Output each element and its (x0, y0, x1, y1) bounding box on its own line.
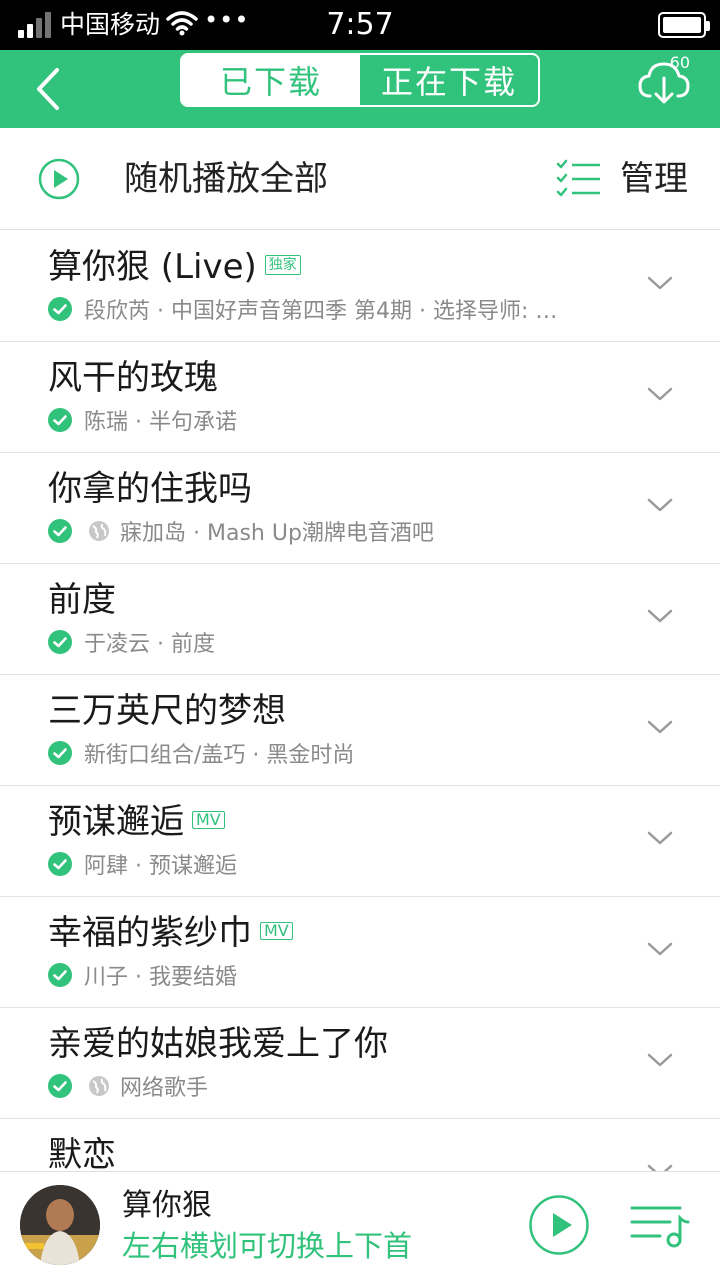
song-row[interactable]: 三万英尺的梦想 新街口组合/盖巧 · 黑金时尚 (0, 675, 720, 786)
manage-list-icon[interactable] (556, 158, 602, 200)
play-button[interactable] (528, 1194, 590, 1256)
downloaded-check-icon (48, 1074, 72, 1098)
chevron-down-icon[interactable] (646, 273, 674, 293)
globe-icon (89, 1076, 109, 1096)
clock: 7:57 (326, 7, 394, 42)
status-bar: 中国移动 ••• 7:57 (0, 0, 720, 50)
chevron-down-icon[interactable] (646, 384, 674, 404)
song-subtitle: 新街口组合/盖巧 · 黑金时尚 (84, 743, 355, 768)
song-subtitle-row: 寐加岛 · Mash Up潮牌电音酒吧 (48, 515, 434, 547)
song-title: 幸福的紫纱巾 MV (48, 911, 293, 955)
song-subtitle: 阿肆 · 预谋邂逅 (84, 854, 237, 879)
back-arrow-icon (37, 68, 59, 110)
song-title: 你拿的住我吗 (48, 469, 252, 509)
song-subtitle: 寐加岛 · Mash Up潮牌电音酒吧 (120, 521, 434, 546)
mv-badge[interactable]: MV (192, 810, 225, 829)
song-row[interactable]: 亲爱的姑娘我爱上了你 网络歌手 (0, 1008, 720, 1119)
chevron-down-icon[interactable] (646, 717, 674, 737)
song-subtitle: 网络歌手 (120, 1076, 209, 1101)
song-subtitle-row: 川子 · 我要结婚 (48, 959, 237, 991)
downloaded-check-icon (48, 741, 72, 765)
song-subtitle-row: 阿肆 · 预谋邂逅 (48, 848, 237, 880)
downloaded-check-icon (48, 630, 72, 654)
battery-icon (658, 12, 710, 38)
song-row[interactable]: 风干的玫瑰 陈瑞 · 半句承诺 (0, 342, 720, 453)
downloaded-check-icon (48, 852, 72, 876)
song-title: 前度 (48, 580, 116, 620)
downloaded-check-icon (48, 519, 72, 543)
song-title: 亲爱的姑娘我爱上了你 (48, 1024, 388, 1064)
chevron-down-icon[interactable] (646, 1050, 674, 1070)
song-title: 算你狠 (Live) 独家 (48, 245, 301, 289)
song-title: 预谋邂逅 MV (48, 800, 225, 844)
downloaded-check-icon (48, 297, 72, 321)
song-title: 风干的玫瑰 (48, 358, 218, 398)
swipe-hint: 左右横划可切换上下首 (122, 1229, 413, 1263)
tab-downloading[interactable]: 正在下载 (360, 55, 538, 105)
mv-badge[interactable]: MV (260, 921, 293, 940)
album-art[interactable] (20, 1185, 100, 1265)
back-button[interactable] (26, 60, 70, 118)
song-subtitle: 川子 · 我要结婚 (84, 965, 237, 990)
song-title: 三万英尺的梦想 (48, 691, 286, 731)
shuffle-all-button[interactable]: 随机播放全部 (124, 158, 328, 200)
song-subtitle-row: 网络歌手 (48, 1070, 208, 1102)
chevron-down-icon[interactable] (646, 1161, 674, 1171)
song-list: 算你狠 (Live) 独家 段欣芮 · 中国好声音第四季 第4期 · 选择导师: … (0, 231, 720, 1171)
chevron-down-icon[interactable] (646, 495, 674, 515)
song-row[interactable]: 默恋 (0, 1119, 720, 1171)
album-cover-image (20, 1185, 100, 1265)
globe-icon (89, 521, 109, 541)
song-subtitle-row: 段欣芮 · 中国好声音第四季 第4期 · 选择导师: … (48, 293, 557, 325)
chevron-down-icon[interactable] (646, 828, 674, 848)
chevron-down-icon[interactable] (646, 939, 674, 959)
song-title: 默恋 (48, 1135, 116, 1171)
song-row[interactable]: 你拿的住我吗 寐加岛 · Mash Up潮牌电音酒吧 (0, 453, 720, 564)
song-subtitle-row: 新街口组合/盖巧 · 黑金时尚 (48, 737, 354, 769)
song-row[interactable]: 预谋邂逅 MV 阿肆 · 预谋邂逅 (0, 786, 720, 897)
exclusive-badge: 独家 (264, 254, 301, 275)
downloaded-check-icon (48, 963, 72, 987)
manage-button[interactable]: 管理 (620, 158, 688, 200)
song-row[interactable]: 前度 于凌云 · 前度 (0, 564, 720, 675)
now-playing-title: 算你狠 (122, 1188, 212, 1223)
download-tabs: 已下载 正在下载 (180, 53, 540, 107)
download-count-badge: 60 (669, 53, 690, 72)
song-subtitle-row: 陈瑞 · 半句承诺 (48, 404, 237, 436)
song-row[interactable]: 幸福的紫纱巾 MV 川子 · 我要结婚 (0, 897, 720, 1008)
downloaded-check-icon (48, 408, 72, 432)
shuffle-bar: 随机播放全部 管理 (0, 128, 720, 230)
mini-player[interactable]: 算你狠 左右横划可切换上下首 (0, 1171, 720, 1280)
playlist-icon[interactable] (630, 1202, 690, 1250)
play-circle-icon[interactable] (38, 158, 80, 200)
tab-downloaded[interactable]: 已下载 (182, 55, 360, 105)
song-row[interactable]: 算你狠 (Live) 独家 段欣芮 · 中国好声音第四季 第4期 · 选择导师: … (0, 231, 720, 342)
song-subtitle: 于凌云 · 前度 (84, 632, 215, 657)
chevron-down-icon[interactable] (646, 606, 674, 626)
song-subtitle: 陈瑞 · 半句承诺 (84, 410, 237, 435)
song-subtitle: 段欣芮 · 中国好声音第四季 第4期 · 选择导师: … (84, 299, 558, 324)
song-subtitle-row: 于凌云 · 前度 (48, 626, 215, 658)
header-bar: 已下载 正在下载 60 (0, 50, 720, 128)
